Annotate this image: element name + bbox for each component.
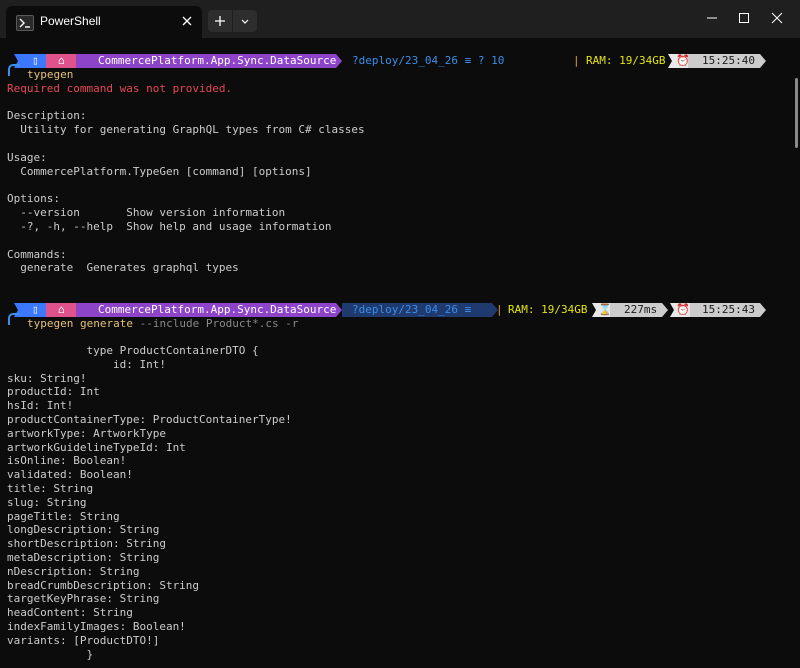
output-line: productId: Int bbox=[7, 385, 100, 398]
maximize-button[interactable] bbox=[730, 6, 758, 30]
scrollbar[interactable] bbox=[792, 38, 800, 668]
command-program: typegen bbox=[27, 317, 74, 330]
output-line: Commands: bbox=[7, 248, 67, 261]
output-line: title: String bbox=[7, 482, 94, 495]
output-line: breadCrumbDescription: String bbox=[7, 579, 200, 592]
scrollbar-thumb[interactable] bbox=[795, 78, 798, 148]
output-line: Description: bbox=[7, 109, 87, 122]
output-line: Options: bbox=[7, 192, 60, 205]
close-window-button[interactable] bbox=[763, 6, 791, 30]
os-icon: ▯ bbox=[32, 54, 39, 67]
output-line: artworkType: ArtworkType bbox=[7, 427, 166, 440]
ram-separator: | bbox=[496, 303, 503, 316]
command-subcommand: generate bbox=[79, 317, 133, 330]
git-branch: ?deploy/23_04_26 ≡ bbox=[352, 303, 472, 316]
prompt-path: CommercePlatform.App.Sync.DataSource bbox=[98, 303, 337, 316]
output-line: id: Int! bbox=[7, 358, 166, 371]
command-line: typegen generate --include Product*.cs -… bbox=[27, 317, 299, 331]
hourglass-icon: ⌛ bbox=[598, 303, 612, 316]
output-line: sku: String! bbox=[7, 372, 87, 385]
output-line: } bbox=[7, 648, 94, 661]
alarm-clock-icon: ⏰ bbox=[676, 303, 690, 316]
ram-usage: RAM: 19/34GB bbox=[508, 303, 588, 316]
prompt-line: ▯ ⌂ CommercePlatform.App.Sync.DataSource… bbox=[0, 303, 792, 317]
output-line: productContainerType: ProductContainerTy… bbox=[7, 413, 292, 426]
output-line: shortDescription: String bbox=[7, 537, 166, 550]
output-line: artworkGuidelineTypeId: Int bbox=[7, 441, 186, 454]
chevron-down-icon[interactable] bbox=[233, 10, 257, 32]
output-line: targetKeyPhrase: String bbox=[7, 592, 160, 605]
ram-separator: | bbox=[573, 54, 580, 67]
output-line: isOnline: Boolean! bbox=[7, 454, 127, 467]
output-line: nDescription: String bbox=[7, 565, 140, 578]
output-line: indexFamilyImages: Boolean! bbox=[7, 620, 186, 633]
alarm-clock-icon: ⏰ bbox=[676, 54, 690, 67]
prompt-time: 15:25:43 bbox=[702, 303, 755, 316]
ram-usage: RAM: 19/34GB bbox=[586, 54, 666, 67]
tab-powershell[interactable]: PowerShell bbox=[6, 6, 202, 38]
output-line: generate Generates graphql types bbox=[7, 261, 239, 274]
prompt-time: 15:25:40 bbox=[702, 54, 755, 67]
output-line: longDescription: String bbox=[7, 523, 160, 536]
output-line: type ProductContainerDTO { bbox=[7, 344, 259, 357]
git-branch: ?deploy/23_04_26 ≡ ? 10 bbox=[352, 54, 505, 67]
prompt-duration: 227ms bbox=[624, 303, 658, 316]
output-line: validated: Boolean! bbox=[7, 468, 133, 481]
output-line: headContent: String bbox=[7, 606, 133, 619]
minimize-button[interactable] bbox=[698, 6, 726, 30]
output-line: Usage: bbox=[7, 151, 47, 164]
prompt-connector bbox=[8, 313, 20, 325]
prompt-path: CommercePlatform.App.Sync.DataSource bbox=[98, 54, 337, 67]
terminal-pane[interactable]: ▯ ⌂ CommercePlatform.App.Sync.DataSource… bbox=[0, 38, 792, 668]
output-line: -?, -h, --help Show help and usage infor… bbox=[7, 220, 332, 233]
command-text: typegen bbox=[27, 68, 74, 81]
home-icon: ⌂ bbox=[58, 54, 65, 67]
prompt-line: ▯ ⌂ CommercePlatform.App.Sync.DataSource… bbox=[0, 54, 792, 68]
prompt-connector bbox=[8, 64, 20, 76]
output-line: pageTitle: String bbox=[7, 510, 120, 523]
os-icon: ▯ bbox=[32, 303, 39, 316]
output-line: variants: [ProductDTO!] bbox=[7, 634, 160, 647]
new-tab-button[interactable] bbox=[208, 10, 232, 32]
home-icon: ⌂ bbox=[58, 303, 65, 316]
output-line: --version Show version information bbox=[7, 206, 286, 219]
title-bar: PowerShell bbox=[0, 0, 800, 38]
output-line: slug: String bbox=[7, 496, 87, 509]
output-line: Utility for generating GraphQL types fro… bbox=[7, 123, 365, 136]
output-line: metaDescription: String bbox=[7, 551, 160, 564]
command-args: --include Product*.cs -r bbox=[139, 317, 299, 330]
powershell-icon bbox=[16, 15, 34, 31]
tab-title: PowerShell bbox=[40, 14, 101, 28]
error-line: Required command was not provided. bbox=[7, 82, 233, 95]
close-tab-icon[interactable] bbox=[178, 12, 196, 30]
output-line: hsId: Int! bbox=[7, 399, 74, 412]
output-line: CommercePlatform.TypeGen [command] [opti… bbox=[7, 165, 312, 178]
